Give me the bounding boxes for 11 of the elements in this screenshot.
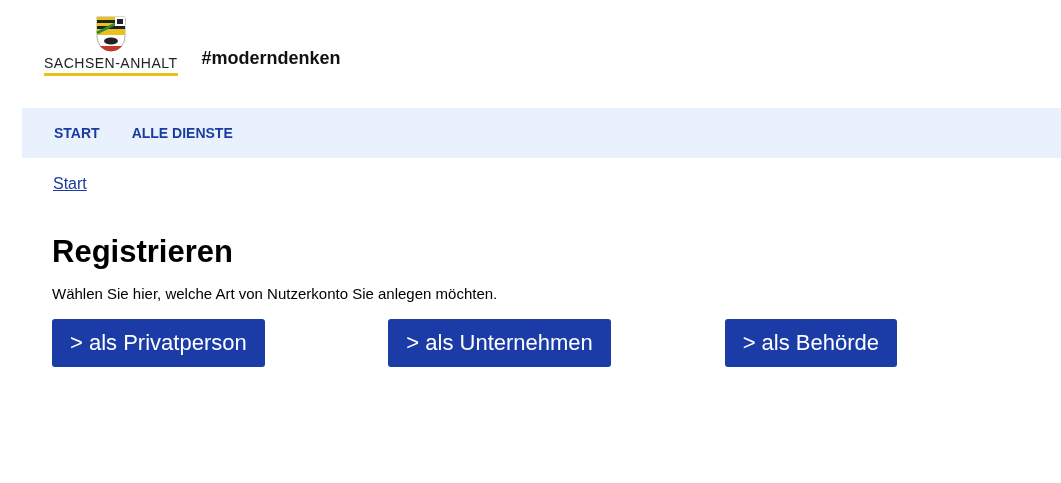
coat-of-arms-icon	[95, 16, 126, 54]
breadcrumb-link[interactable]: Start	[53, 175, 87, 192]
state-name: SACHSEN-ANHALT	[44, 54, 178, 76]
nav-link[interactable]: ALLE DIENSTE	[131, 122, 233, 144]
register-button[interactable]: > als Privatperson	[52, 318, 265, 367]
nav-link[interactable]: START	[54, 122, 100, 144]
register-button[interactable]: > als Behörde	[724, 318, 898, 367]
register-button[interactable]: > als Unternehmen	[388, 318, 611, 367]
slogan: #moderndenken	[201, 47, 341, 70]
page-heading: Registrieren	[51, 234, 234, 270]
intro-text: Wählen Sie hier, welche Art von Nutzerkonto Sie anlegen möchten.	[51, 284, 499, 304]
